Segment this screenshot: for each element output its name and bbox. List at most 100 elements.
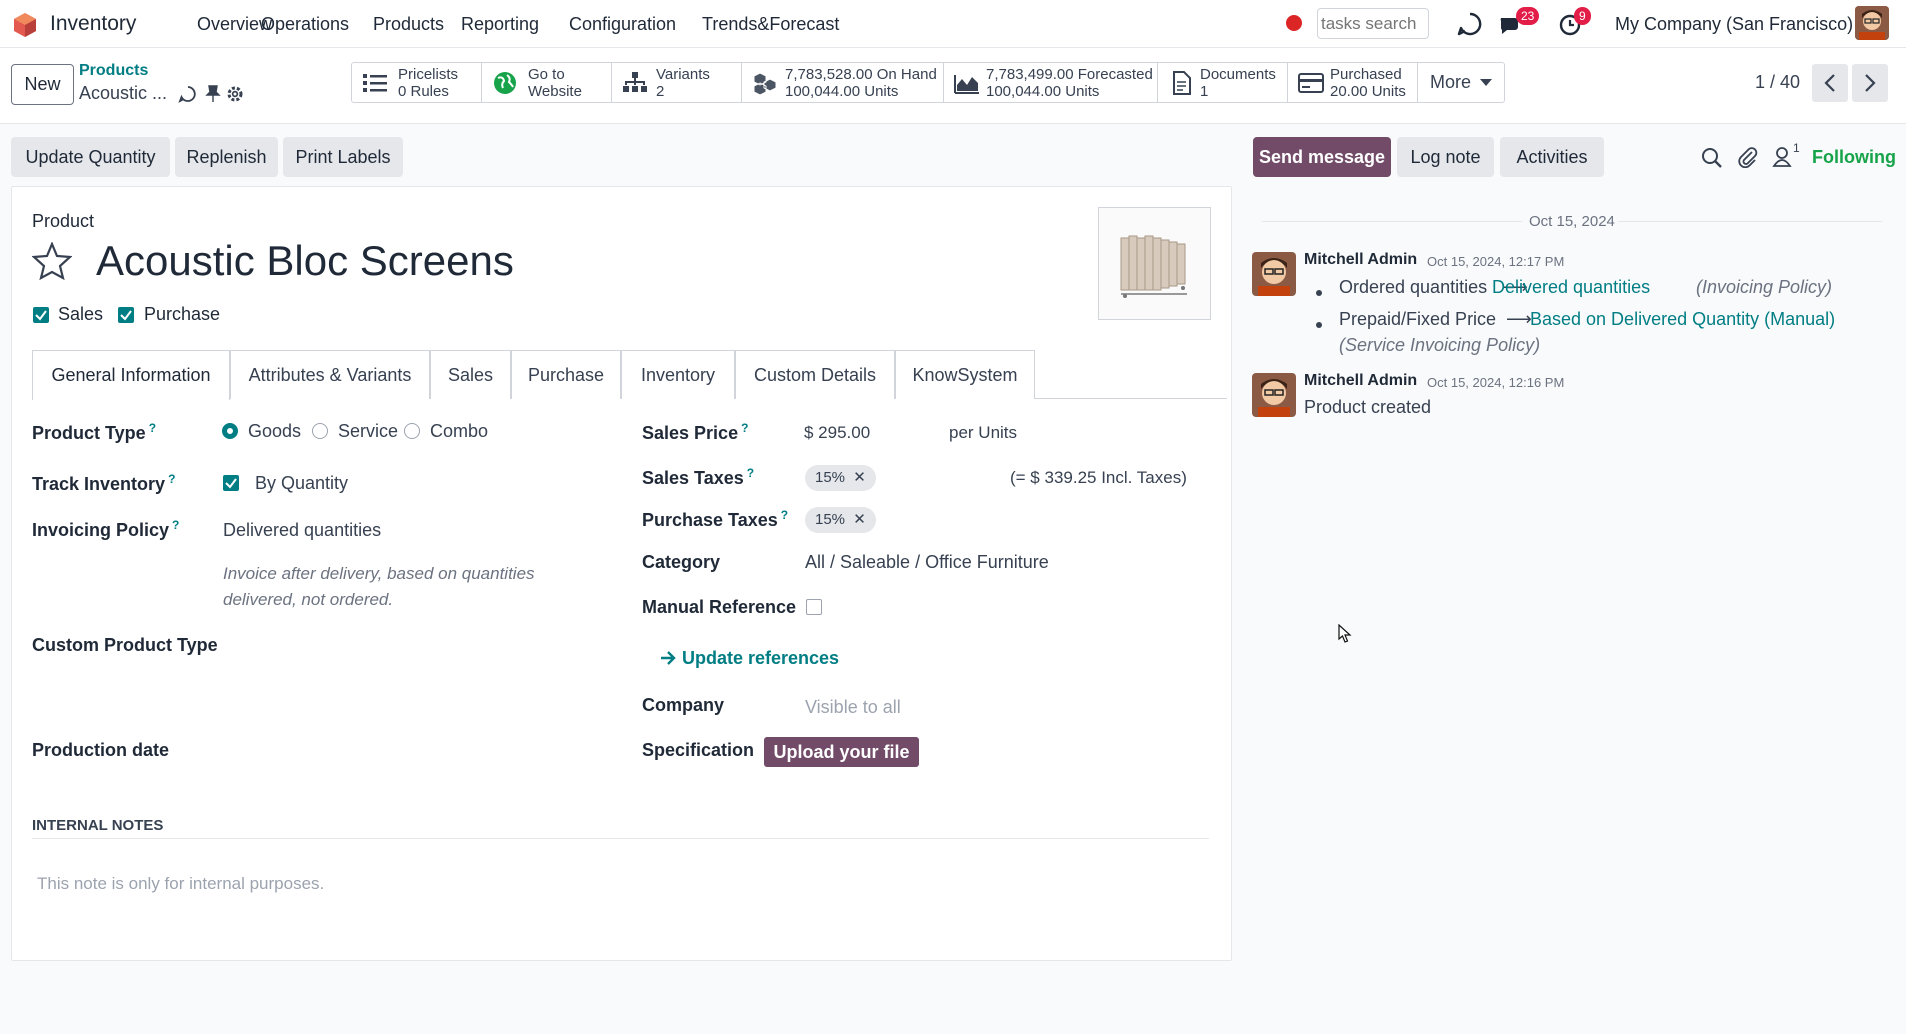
bullet (1316, 290, 1322, 296)
menu-configuration[interactable]: Configuration (569, 14, 676, 35)
search-icon[interactable] (1701, 147, 1723, 169)
invoicing-policy-select[interactable]: Delivered quantities (223, 520, 381, 541)
pager-value[interactable]: 1 / 40 (1755, 72, 1800, 93)
pager-previous-button[interactable] (1812, 64, 1848, 102)
smart-button-label: Go to (528, 66, 565, 83)
product-type-combo-radio[interactable] (404, 423, 420, 439)
track-inventory-method[interactable]: By Quantity (255, 473, 348, 494)
menu-products[interactable]: Products (373, 14, 444, 35)
custom-product-type-label: Custom Product Type (32, 635, 218, 655)
help-tooltip-icon[interactable]: ? (172, 518, 179, 532)
product-image[interactable] (1098, 207, 1211, 320)
tag-remove-icon[interactable]: ✕ (853, 469, 866, 486)
tag-remove-icon[interactable]: ✕ (853, 511, 866, 528)
sitemap-icon (623, 72, 647, 92)
smart-button-label: Variants (656, 66, 710, 83)
sales-tax-tag[interactable]: 15% ✕ (805, 465, 876, 491)
tab-purchase[interactable]: Purchase (511, 350, 621, 399)
log-note-button[interactable]: Log note (1397, 137, 1494, 177)
smart-button-label: Purchased (1330, 66, 1402, 83)
app-title[interactable]: Inventory (50, 12, 136, 36)
smart-button-variants[interactable]: Variants 2 (612, 63, 742, 102)
cubes-icon (753, 72, 777, 95)
breadcrumb-current: Acoustic ... (79, 83, 168, 103)
print-labels-button[interactable]: Print Labels (283, 137, 403, 177)
document-icon (1173, 71, 1191, 95)
activities-button[interactable]: Activities (1500, 137, 1604, 177)
product-type-goods-radio[interactable] (222, 423, 238, 439)
smart-button-on-hand[interactable]: 7,783,528.00 On Hand 100,044.00 Units (742, 63, 944, 102)
smart-button-forecasted[interactable]: 7,783,499.00 Forecasted 100,044.00 Units (944, 63, 1158, 102)
update-quantity-button[interactable]: Update Quantity (11, 137, 170, 177)
smart-button-documents[interactable]: Documents 1 (1158, 63, 1288, 102)
refresh-icon[interactable] (178, 84, 198, 104)
tab-inventory[interactable]: Inventory (621, 350, 735, 399)
smart-buttons-bar: Pricelists 0 Rules Go to Website Variant… (351, 62, 1505, 103)
gear-icon[interactable] (225, 84, 245, 104)
help-tooltip-icon[interactable]: ? (149, 421, 156, 435)
menu-reporting[interactable]: Reporting (461, 14, 539, 35)
upload-file-button[interactable]: Upload your file (764, 737, 919, 767)
smart-button-label: Pricelists (398, 66, 459, 83)
menu-trends-forecast[interactable]: Trends&Forecast (702, 14, 839, 35)
smart-button-label: 7,783,528.00 On Hand (785, 66, 937, 83)
tasks-search-input[interactable] (1317, 8, 1429, 39)
pin-icon[interactable] (203, 84, 223, 104)
sales-price-input[interactable]: $ 295.00 (804, 423, 870, 443)
date-separator-line (1262, 221, 1522, 222)
manual-reference-checkbox[interactable] (806, 599, 822, 615)
send-message-button[interactable]: Send message (1253, 137, 1391, 177)
globe-icon (494, 72, 516, 94)
product-name[interactable]: Acoustic Bloc Screens (96, 237, 514, 285)
tab-general-information[interactable]: General Information (32, 350, 230, 400)
help-tooltip-icon[interactable]: ? (747, 466, 754, 480)
caret-down-icon (1480, 79, 1492, 86)
following-button[interactable]: Following (1812, 147, 1896, 168)
purchase-tax-tag[interactable]: 15% ✕ (805, 507, 876, 533)
internal-notes-label: INTERNAL NOTES (32, 817, 164, 834)
check-icon (120, 310, 132, 321)
followers-icon[interactable] (1772, 146, 1792, 168)
smart-button-value: 1 (1200, 83, 1209, 100)
tag-label: 15% (815, 511, 846, 528)
user-avatar[interactable] (1855, 6, 1889, 40)
help-tooltip-icon[interactable]: ? (741, 421, 748, 435)
favorite-star-icon[interactable] (32, 242, 72, 280)
tab-knowsystem[interactable]: KnowSystem (895, 350, 1035, 399)
help-tooltip-icon[interactable]: ? (168, 472, 175, 486)
product-type-service-radio[interactable] (312, 423, 328, 439)
tab-sales[interactable]: Sales (430, 350, 511, 399)
menu-operations[interactable]: Operations (261, 14, 349, 35)
more-dropdown[interactable]: More (1418, 63, 1504, 102)
message-author[interactable]: Mitchell Admin (1304, 372, 1417, 390)
pager-next-button[interactable] (1852, 64, 1888, 102)
help-tooltip-icon[interactable]: ? (781, 508, 788, 522)
smart-button-website[interactable]: Go to Website (482, 63, 612, 102)
odoo-inventory-logo-icon[interactable] (12, 12, 38, 38)
category-select[interactable]: All / Saleable / Office Furniture (805, 552, 1049, 573)
update-references-button[interactable]: Update references (660, 648, 839, 669)
control-panel: New Products Acoustic ... Pricelists 0 R… (0, 48, 1906, 124)
replenish-button[interactable]: Replenish (175, 137, 278, 177)
smart-button-pricelists[interactable]: Pricelists 0 Rules (352, 63, 482, 102)
company-input[interactable]: Visible to all (805, 697, 901, 718)
sales-checkbox[interactable] (33, 307, 49, 323)
discuss-refresh-icon[interactable] (1456, 10, 1484, 38)
company-switcher[interactable]: My Company (San Francisco) (1615, 14, 1853, 35)
tracking-old-value: Ordered quantities (1339, 277, 1488, 297)
track-inventory-checkbox[interactable] (223, 475, 239, 491)
author-avatar[interactable] (1252, 252, 1296, 296)
invoicing-policy-help: delivered, not ordered. (223, 590, 394, 609)
new-button[interactable]: New (11, 64, 74, 105)
recording-indicator-icon[interactable] (1286, 15, 1302, 31)
smart-button-purchased[interactable]: Purchased 20.00 Units (1288, 63, 1418, 102)
message-author[interactable]: Mitchell Admin (1304, 251, 1417, 269)
tab-attributes-variants[interactable]: Attributes & Variants (230, 350, 430, 399)
purchase-checkbox[interactable] (118, 307, 134, 323)
author-avatar[interactable] (1252, 373, 1296, 417)
breadcrumb-products[interactable]: Products (79, 62, 148, 80)
tab-custom-details[interactable]: Custom Details (735, 350, 895, 399)
category-label: Category (642, 552, 721, 572)
paperclip-icon[interactable] (1737, 146, 1759, 168)
internal-notes-input[interactable]: This note is only for internal purposes. (37, 874, 324, 894)
